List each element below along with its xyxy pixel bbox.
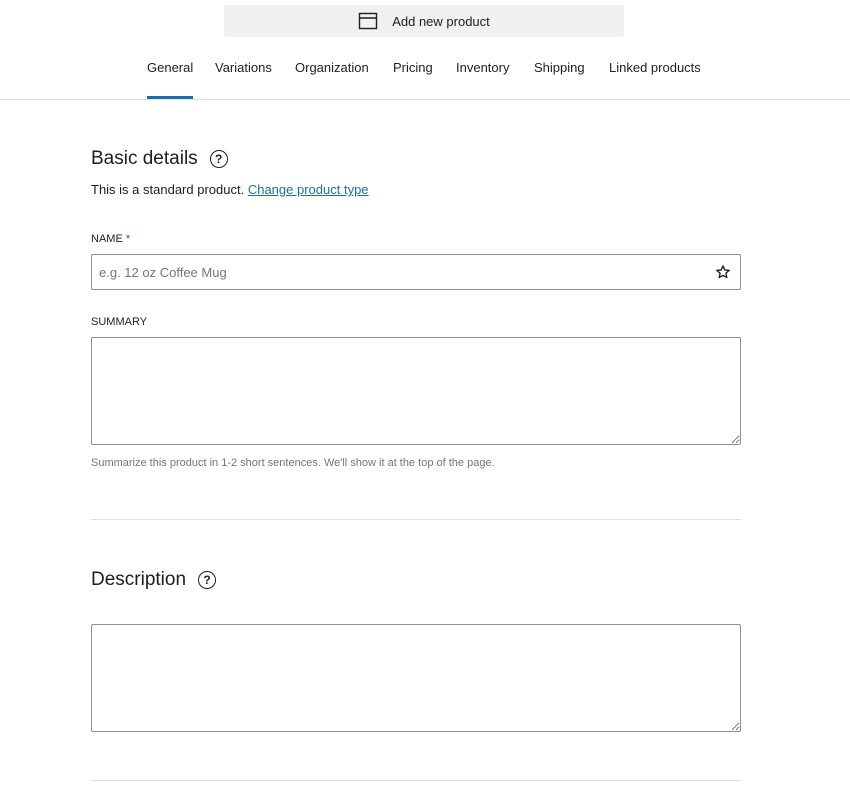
help-icon[interactable]: ? [198, 571, 217, 589]
name-field [91, 254, 741, 290]
tab-linked-products[interactable]: Linked products [609, 44, 701, 99]
description-title: Description [91, 569, 187, 590]
tab-general[interactable]: General [147, 44, 194, 99]
basic-details-title: Basic details [91, 148, 198, 169]
page-title: Add new product [392, 13, 490, 29]
tab-shipping[interactable]: Shipping [534, 44, 585, 99]
summary-label: Summary [91, 316, 148, 328]
name-input[interactable] [92, 255, 692, 289]
required-marker: * [125, 233, 131, 245]
basic-details-heading: Basic details ? [91, 148, 228, 170]
archive-box-icon [358, 12, 378, 30]
description-textarea[interactable] [91, 624, 741, 732]
tab-inventory[interactable]: Inventory [456, 44, 509, 99]
name-label-text: Name [91, 233, 123, 245]
summary-textarea[interactable] [91, 337, 741, 445]
summary-help-text: Summarize this product in 1-2 short sent… [91, 457, 495, 469]
product-tabs: General Variations Organization Pricing … [0, 44, 850, 100]
description-heading: Description ? [91, 569, 217, 591]
tab-organization[interactable]: Organization [295, 44, 369, 99]
product-type-text: This is a standard product. [91, 182, 245, 197]
section-divider [91, 780, 741, 781]
change-product-type-link[interactable]: Change product type [248, 182, 369, 197]
help-icon[interactable]: ? [209, 150, 228, 168]
header-bar: Add new product [224, 5, 624, 37]
star-icon[interactable] [715, 264, 731, 280]
tab-pricing[interactable]: Pricing [393, 44, 433, 99]
name-label: Name * [91, 233, 130, 245]
product-type-notice: This is a standard product. Change produ… [91, 182, 369, 197]
tab-variations[interactable]: Variations [215, 44, 272, 99]
section-divider [91, 519, 741, 520]
